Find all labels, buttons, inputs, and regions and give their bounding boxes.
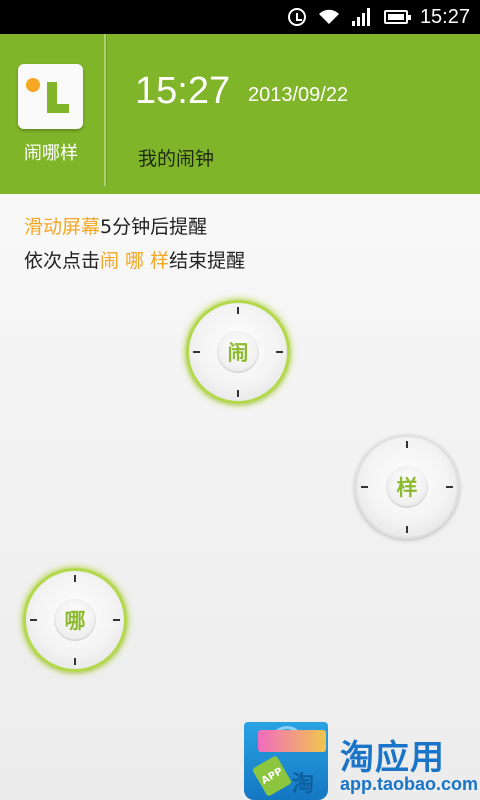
instruction-dismiss-suffix: 结束提醒 bbox=[169, 250, 246, 272]
alarm-date: 2013/09/22 bbox=[248, 84, 349, 106]
instruction-dismiss-prefix: 依次点击 bbox=[24, 250, 101, 272]
app-name: 闹哪样 bbox=[24, 143, 78, 164]
instruction-snooze-text: 5分钟后提醒 bbox=[100, 216, 208, 238]
taobao-app-badge[interactable]: APP 淘 淘应用 app.taobao.com bbox=[242, 700, 480, 800]
signal-icon bbox=[351, 8, 372, 26]
header-divider bbox=[104, 34, 106, 186]
instruction-snooze-highlight: 滑动屏幕 bbox=[24, 216, 101, 238]
status-bar: 15:27 bbox=[0, 0, 480, 34]
taobao-url: app.taobao.com bbox=[340, 774, 479, 794]
alarm-label: 我的闹钟 bbox=[138, 148, 215, 170]
dial-na-button[interactable]: 哪 bbox=[23, 568, 127, 672]
app-tag: APP bbox=[251, 755, 293, 797]
alarm-header: 闹哪样 15:27 2013/09/22 我的闹钟 bbox=[0, 34, 480, 194]
alarm-icon bbox=[287, 8, 306, 26]
dial-na-label: 哪 bbox=[54, 599, 96, 641]
dial-yang-label: 样 bbox=[386, 466, 428, 508]
wifi-icon bbox=[318, 9, 340, 25]
instruction-snooze: 滑动屏幕5分钟后提醒 bbox=[24, 212, 207, 239]
instruction-dismiss: 依次点击闹 哪 样结束提醒 bbox=[24, 246, 245, 273]
instruction-dismiss-highlight: 闹 哪 样 bbox=[100, 250, 170, 272]
taobao-title: 淘应用 bbox=[340, 738, 445, 778]
dial-nao-label: 闹 bbox=[217, 331, 259, 373]
bag-char: 淘 bbox=[292, 772, 315, 797]
dial-nao-button[interactable]: 闹 bbox=[186, 300, 290, 404]
shopping-bag-icon: APP 淘 bbox=[244, 722, 328, 800]
status-time: 15:27 bbox=[419, 5, 470, 28]
alarm-time: 15:27 bbox=[135, 70, 231, 112]
battery-icon bbox=[383, 10, 411, 24]
app-logo-icon bbox=[18, 64, 83, 129]
dial-yang-button[interactable]: 样 bbox=[355, 435, 459, 539]
